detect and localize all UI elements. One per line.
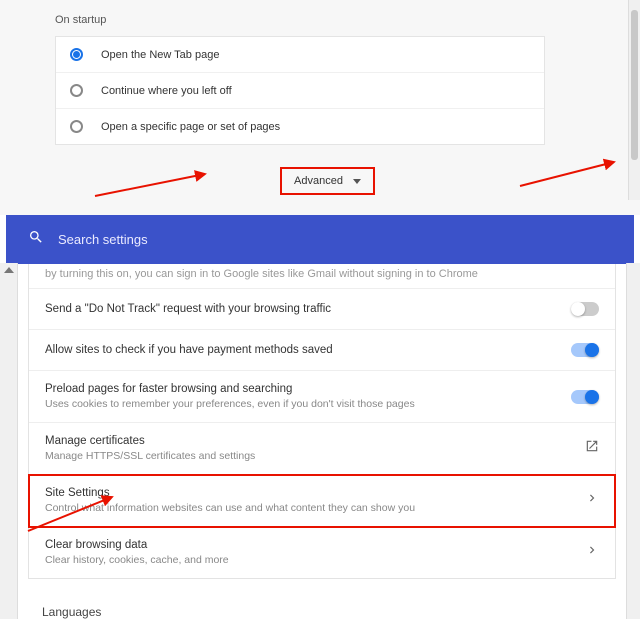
startup-card: Open the New Tab page Continue where you… bbox=[55, 36, 545, 145]
radio-icon bbox=[70, 48, 83, 61]
row-label: Site Settings bbox=[45, 487, 415, 499]
row-do-not-track[interactable]: Send a "Do Not Track" request with your … bbox=[29, 289, 615, 330]
row-label: Preload pages for faster browsing and se… bbox=[45, 383, 415, 395]
search-icon bbox=[28, 229, 44, 250]
privacy-settings-list: by turning this on, you can sign in to G… bbox=[28, 264, 616, 579]
truncated-row-text: by turning this on, you can sign in to G… bbox=[29, 264, 615, 289]
startup-section-title: On startup bbox=[55, 14, 600, 26]
chevron-right-icon bbox=[585, 491, 599, 510]
startup-section: On startup Open the New Tab page Continu… bbox=[0, 0, 640, 215]
row-label: Clear browsing data bbox=[45, 539, 229, 551]
row-sublabel: Control what information websites can us… bbox=[45, 502, 415, 514]
search-settings-bar[interactable] bbox=[6, 215, 634, 264]
row-preload-pages[interactable]: Preload pages for faster browsing and se… bbox=[29, 371, 615, 423]
row-label: Allow sites to check if you have payment… bbox=[45, 342, 333, 358]
page-scrollbar[interactable] bbox=[628, 0, 640, 200]
radio-continue[interactable]: Continue where you left off bbox=[56, 73, 544, 109]
advanced-settings-panel: by turning this on, you can sign in to G… bbox=[0, 215, 640, 619]
row-manage-certificates[interactable]: Manage certificates Manage HTTPS/SSL cer… bbox=[29, 423, 615, 475]
radio-label: Open the New Tab page bbox=[101, 49, 219, 61]
advanced-label: Advanced bbox=[294, 175, 343, 187]
row-sublabel: Uses cookies to remember your preference… bbox=[45, 398, 415, 410]
radio-icon bbox=[70, 84, 83, 97]
chevron-right-icon bbox=[585, 543, 599, 562]
radio-specific-page[interactable]: Open a specific page or set of pages bbox=[56, 109, 544, 144]
toggle-preload-pages[interactable] bbox=[571, 390, 599, 404]
radio-label: Continue where you left off bbox=[101, 85, 232, 97]
row-clear-browsing-data[interactable]: Clear browsing data Clear history, cooki… bbox=[29, 527, 615, 578]
row-sublabel: Manage HTTPS/SSL certificates and settin… bbox=[45, 450, 255, 462]
search-settings-input[interactable] bbox=[58, 232, 612, 247]
external-link-icon bbox=[585, 439, 599, 458]
advanced-button[interactable]: Advanced bbox=[280, 167, 375, 195]
radio-open-new-tab[interactable]: Open the New Tab page bbox=[56, 37, 544, 73]
toggle-payment-methods[interactable] bbox=[571, 343, 599, 357]
row-label: Send a "Do Not Track" request with your … bbox=[45, 301, 331, 317]
row-site-settings[interactable]: Site Settings Control what information w… bbox=[29, 475, 615, 527]
row-payment-methods[interactable]: Allow sites to check if you have payment… bbox=[29, 330, 615, 371]
languages-section-title: Languages bbox=[42, 605, 640, 619]
row-label: Manage certificates bbox=[45, 435, 255, 447]
toggle-do-not-track[interactable] bbox=[571, 302, 599, 316]
right-scroll-edge[interactable] bbox=[626, 263, 640, 619]
radio-icon bbox=[70, 120, 83, 133]
left-scroll-edge[interactable] bbox=[0, 263, 18, 619]
radio-label: Open a specific page or set of pages bbox=[101, 121, 280, 133]
chevron-down-icon bbox=[353, 179, 361, 184]
row-sublabel: Clear history, cookies, cache, and more bbox=[45, 554, 229, 566]
